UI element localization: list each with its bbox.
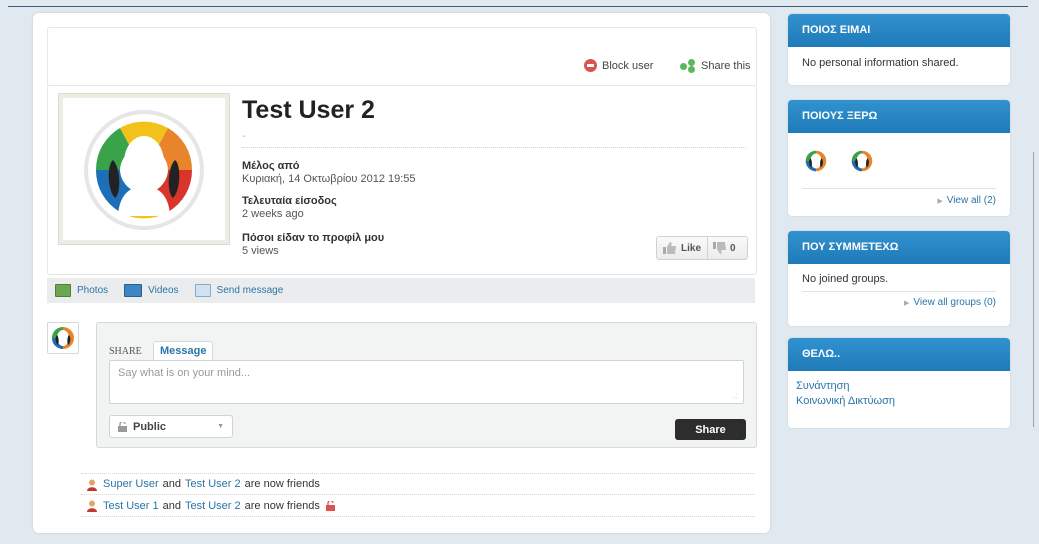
- wants-title: ΘΕΛΩ..: [788, 338, 1010, 371]
- thumbs-down-icon: [713, 242, 727, 254]
- block-user-button[interactable]: Block user: [584, 59, 653, 72]
- profile-views-label: Πόσοι είδαν το προφίλ μου: [242, 232, 385, 244]
- profile-actions-bar: Block user Share this: [47, 27, 757, 87]
- friend-avatar[interactable]: [848, 147, 876, 175]
- about-text: No personal information shared.: [802, 57, 959, 69]
- member-since-label: Μέλος από: [242, 160, 300, 172]
- private-lock-icon: [325, 500, 335, 511]
- share-this-button[interactable]: Share this: [680, 59, 751, 73]
- dislike-button[interactable]: 0: [708, 242, 741, 254]
- default-avatar-icon: [84, 110, 204, 230]
- photos-icon: [55, 284, 71, 297]
- like-widget: Like 0: [656, 236, 748, 260]
- profile-name: Test User 2: [242, 96, 375, 124]
- current-user-avatar: [47, 322, 79, 354]
- friends-module: ΠΟΙΟΥΣ ΞΕΡΩ ▶ View all (2): [788, 100, 1010, 216]
- friends-title: ΠΟΙΟΥΣ ΞΕΡΩ: [788, 100, 1010, 133]
- share-label: SHARE: [109, 346, 142, 357]
- divider: [242, 147, 746, 148]
- tab-videos[interactable]: Videos: [124, 284, 179, 297]
- lock-icon: [118, 421, 127, 432]
- profile-status: -: [242, 131, 246, 142]
- avatar-icon: [52, 327, 74, 349]
- message-icon: [194, 284, 211, 297]
- profile-card: Test User 2 - Μέλος από Κυριακή, 14 Οκτω…: [47, 85, 757, 275]
- activity-item: Super User and Test User 2 are now frien…: [81, 473, 755, 495]
- resize-grip-icon[interactable]: .:: [734, 391, 738, 400]
- share-box: SHARE Message Say what is on your mind..…: [96, 322, 757, 448]
- activity-user-link[interactable]: Test User 2: [185, 478, 241, 490]
- wants-module: ΘΕΛΩ.. Συνάντηση Κοινωνική Δικτύωση: [788, 338, 1010, 428]
- thumbs-up-icon: [663, 242, 676, 254]
- groups-title: ΠΟΥ ΣΥΜΜΕΤΕΧΩ: [788, 231, 1010, 264]
- privacy-select[interactable]: Public ▼: [109, 415, 233, 438]
- activity-item: Test User 1 and Test User 2 are now frie…: [81, 495, 755, 517]
- friends-view-all-link[interactable]: ▶ View all (2): [802, 195, 996, 206]
- main-panel: Block user Share this Test User 2 - Μέλο…: [33, 13, 770, 533]
- avatar-icon: [851, 150, 873, 172]
- videos-icon: [124, 284, 143, 297]
- like-button[interactable]: Like: [657, 237, 709, 259]
- block-icon: [584, 59, 597, 72]
- want-link[interactable]: Συνάντηση: [796, 380, 996, 392]
- groups-view-all-link[interactable]: ▶ View all groups (0): [802, 297, 996, 308]
- friend-avatar[interactable]: [802, 147, 830, 175]
- about-title: ΠΟΙΟΣ ΕΙΜΑΙ: [788, 14, 1010, 47]
- last-login-label: Τελευταία είσοδος: [242, 195, 337, 207]
- about-module: ΠΟΙΟΣ ΕΙΜΑΙ No personal information shar…: [788, 14, 1010, 85]
- user-icon: [87, 500, 97, 512]
- scroll-edge: [1033, 152, 1034, 427]
- profile-tab-bar: Photos Videos Send message: [47, 278, 755, 303]
- top-border: [8, 6, 1028, 7]
- groups-text: No joined groups.: [802, 273, 889, 285]
- avatar-icon: [805, 150, 827, 172]
- profile-views-value: 5 views: [242, 245, 279, 257]
- tab-send-message[interactable]: Send message: [194, 284, 283, 297]
- activity-user-link[interactable]: Super User: [103, 478, 159, 490]
- last-login-value: 2 weeks ago: [242, 208, 304, 220]
- want-link[interactable]: Κοινωνική Δικτύωση: [796, 395, 996, 407]
- status-input[interactable]: Say what is on your mind... .:: [109, 360, 744, 404]
- user-icon: [87, 479, 97, 491]
- groups-module: ΠΟΥ ΣΥΜΜΕΤΕΧΩ No joined groups. ▶ View al…: [788, 231, 1010, 326]
- member-since-value: Κυριακή, 14 Οκτωβρίου 2012 19:55: [242, 173, 416, 185]
- chevron-down-icon: ▼: [217, 423, 224, 430]
- tab-message[interactable]: Message: [153, 341, 214, 361]
- tab-photos[interactable]: Photos: [55, 284, 108, 297]
- profile-avatar: [58, 93, 230, 245]
- share-icon: [680, 59, 696, 73]
- activity-user-link[interactable]: Test User 2: [185, 500, 241, 512]
- share-button[interactable]: Share: [675, 419, 746, 440]
- activity-user-link[interactable]: Test User 1: [103, 500, 159, 512]
